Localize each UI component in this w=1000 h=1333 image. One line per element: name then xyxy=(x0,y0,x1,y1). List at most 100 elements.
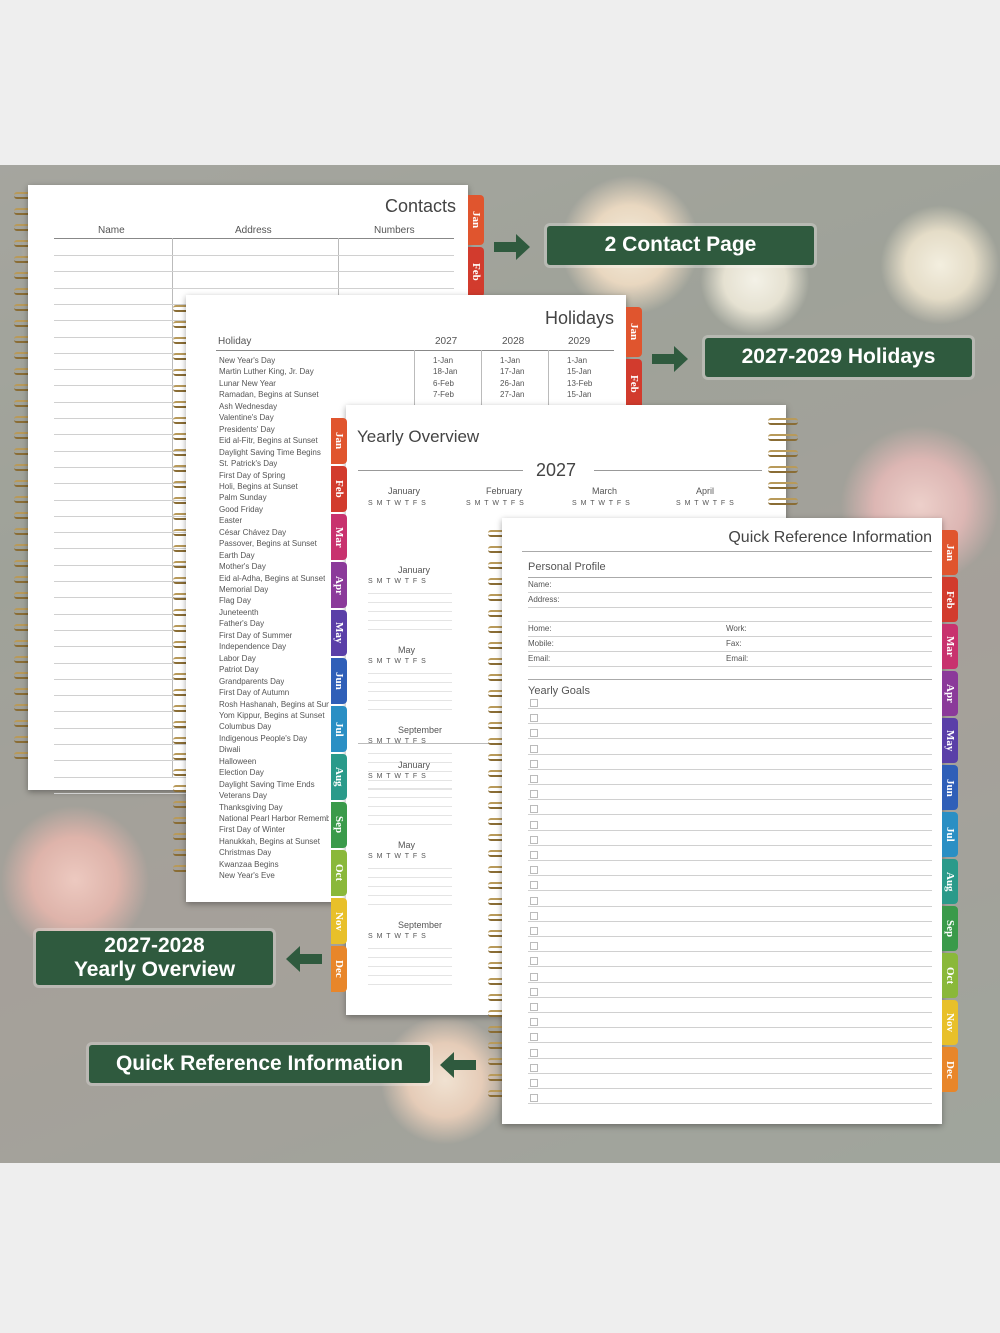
year-divider xyxy=(358,743,498,744)
address-label: Address: xyxy=(528,595,560,604)
callout-label: 2 Contact Page xyxy=(604,233,757,257)
tab-aug[interactable]: Aug xyxy=(942,859,958,904)
goal-line xyxy=(528,1027,932,1029)
holiday-date: 1-Jan xyxy=(500,356,521,365)
goal-line xyxy=(528,844,932,846)
holiday-date: 27-Jan xyxy=(500,390,525,400)
quick-title-rule xyxy=(522,551,932,552)
tab-nov[interactable]: Nov xyxy=(331,898,347,944)
tab-apr[interactable]: Apr xyxy=(331,562,347,608)
goal-line xyxy=(528,875,932,877)
callout-quick-reference: Quick Reference Information xyxy=(89,1045,430,1083)
tab-dec[interactable]: Dec xyxy=(331,946,347,992)
tab-sep[interactable]: Sep xyxy=(331,802,347,848)
checkbox-icon xyxy=(530,911,538,920)
checkbox-icon xyxy=(530,957,538,966)
calendar-week-row xyxy=(368,753,452,754)
goal-line xyxy=(528,814,932,816)
tab-jul[interactable]: Jul xyxy=(331,706,347,752)
holiday-date: 18-Jan xyxy=(433,367,458,377)
tab-label: Jan xyxy=(333,432,345,450)
product-image: Contacts Name Address Numbers Jan Feb Ho… xyxy=(0,0,1000,1333)
tab-nov[interactable]: Nov xyxy=(942,1000,958,1045)
email-label: Email: xyxy=(726,654,749,663)
tab-jan[interactable]: Jan xyxy=(942,530,958,575)
holiday-name: Earth Day xyxy=(219,550,255,560)
tab-label: Apr xyxy=(333,575,345,595)
tab-may[interactable]: May xyxy=(942,718,958,763)
holiday-name: Kwanzaa Begins xyxy=(219,859,279,869)
month-name: March xyxy=(592,486,618,496)
checkbox-icon xyxy=(530,805,538,814)
phone-field-line xyxy=(528,651,932,652)
calendar-week-row xyxy=(368,771,452,772)
holidays-header-rule xyxy=(216,350,614,351)
holiday-name: Christmas Day xyxy=(219,848,272,858)
tab-label: Oct xyxy=(333,864,345,882)
tab-jun[interactable]: Jun xyxy=(942,765,958,810)
weekday-row: S M T W T F S xyxy=(368,658,427,665)
holiday-name: Valentine's Day xyxy=(219,413,274,423)
calendar-week-row xyxy=(368,700,452,701)
holiday-name: Diwali xyxy=(219,745,241,755)
tab-jan[interactable]: Jan xyxy=(626,307,642,357)
checkbox-icon xyxy=(530,820,538,829)
tab-feb[interactable]: Feb xyxy=(626,359,642,409)
holiday-date: 1-Jan xyxy=(433,356,454,365)
arrow-left-icon xyxy=(440,1052,476,1078)
tab-label: Feb xyxy=(944,590,956,609)
holiday-name: Lunar New Year xyxy=(219,378,276,388)
tab-oct[interactable]: Oct xyxy=(942,953,958,998)
calendar-week-row xyxy=(368,975,452,976)
holiday-name: Eid al-Adha, Begins at Sunset xyxy=(219,573,326,583)
calendar-week-row xyxy=(368,904,452,905)
year-rule-right xyxy=(594,470,762,471)
holiday-name: Holi, Begins at Sunset xyxy=(219,481,298,491)
holiday-name: César Chávez Day xyxy=(219,527,287,537)
spiral-ring xyxy=(768,466,798,473)
goal-line xyxy=(528,920,932,922)
month-name: January xyxy=(388,486,421,496)
holidays-col-year: 2028 xyxy=(502,336,525,347)
checkbox-icon xyxy=(530,1003,538,1011)
tab-jan[interactable]: Jan xyxy=(468,195,484,245)
contacts-header-rule xyxy=(54,238,454,239)
spiral-binding xyxy=(768,418,798,518)
tab-label: Oct xyxy=(944,966,956,985)
tab-oct[interactable]: Oct xyxy=(331,850,347,896)
weekday-row: S M T W T F S xyxy=(368,500,427,507)
holiday-name: Good Friday xyxy=(219,504,264,514)
goal-line xyxy=(528,905,932,907)
calendar-week-row xyxy=(368,629,452,630)
checkbox-icon xyxy=(530,851,538,859)
tab-aug[interactable]: Aug xyxy=(331,754,347,800)
checkbox-icon xyxy=(530,972,538,981)
tab-jul[interactable]: Jul xyxy=(942,812,958,857)
tab-label: Jan xyxy=(470,211,482,229)
email-label: Email: xyxy=(528,654,551,663)
checkbox-icon xyxy=(530,1079,538,1087)
tab-may[interactable]: May xyxy=(331,610,347,656)
tab-feb[interactable]: Feb xyxy=(331,466,347,512)
goal-line xyxy=(528,738,932,740)
address-field-line xyxy=(528,607,932,608)
tab-dec[interactable]: Dec xyxy=(942,1047,958,1092)
tab-apr[interactable]: Apr xyxy=(942,671,958,716)
mobile-label: Mobile: xyxy=(528,639,554,648)
personal-profile-heading: Personal Profile xyxy=(528,561,606,573)
tab-label: Dec xyxy=(944,1060,956,1079)
tab-feb[interactable]: Feb xyxy=(468,247,484,297)
checkbox-icon xyxy=(530,942,538,951)
weekday-row: S M T W T F S xyxy=(368,578,427,585)
tab-jun[interactable]: Jun xyxy=(331,658,347,704)
tab-mar[interactable]: Mar xyxy=(331,514,347,560)
holiday-name: Columbus Day xyxy=(219,722,272,732)
tab-feb[interactable]: Feb xyxy=(942,577,958,622)
holiday-date: 7-Feb xyxy=(433,390,454,400)
goal-line xyxy=(528,1103,932,1105)
tab-jan[interactable]: Jan xyxy=(331,418,347,464)
tab-sep[interactable]: Sep xyxy=(942,906,958,951)
tab-mar[interactable]: Mar xyxy=(942,624,958,669)
checkbox-icon xyxy=(530,1094,538,1103)
fax-label: Fax: xyxy=(726,639,742,648)
